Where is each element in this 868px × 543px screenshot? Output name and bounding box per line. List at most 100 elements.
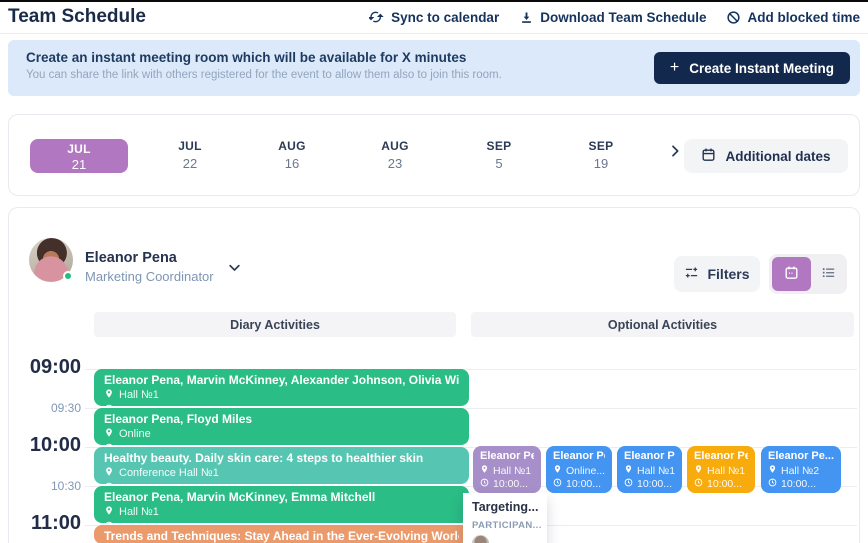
dates-next-button[interactable] (667, 143, 683, 164)
event-title: Eleanor Pe... (694, 450, 748, 463)
plus-icon: + (670, 59, 679, 77)
time-label-1000: 10:00 (11, 434, 81, 457)
event-location: Hall №1 (624, 464, 675, 477)
view-toggle (769, 254, 847, 294)
create-instant-meeting-label: Create Instant Meeting (689, 61, 834, 76)
diary-event-4[interactable]: Eleanor Pena, Marvin McKinney, Emma Mitc… (94, 486, 469, 523)
event-title: Eleanor Pe... (553, 450, 605, 463)
chevron-right-icon (667, 146, 683, 163)
calendar-view-icon (784, 265, 799, 283)
clock-icon (553, 478, 562, 490)
instant-meeting-banner: Create an instant meeting room which wil… (8, 40, 860, 96)
date-item-aug-23[interactable]: AUG 23 (360, 139, 430, 171)
add-blocked-time-button[interactable]: Add blocked time (726, 10, 860, 25)
optional-event-4[interactable]: Eleanor Pe... Hall №1 10:00... (687, 446, 755, 493)
date-day: 5 (464, 156, 534, 171)
event-title: Eleanor Pena, Marvin McKinney, Alexander… (104, 373, 459, 387)
add-blocked-time-label: Add blocked time (747, 10, 860, 25)
diary-event-5[interactable]: Trends and Techniques: Stay Ahead in the… (94, 525, 469, 543)
header-actions: Sync to calendar Download Team Schedule … (369, 9, 860, 25)
date-month: SEP (566, 139, 636, 153)
calendar-view-button[interactable] (772, 257, 811, 291)
person-role: Marketing Coordinator (85, 269, 214, 284)
banner-subtitle: You can share the link with others regis… (26, 69, 502, 81)
optional-event-1[interactable]: Eleanor Pe... Hall №1 10:00... (473, 446, 541, 493)
date-item-sep-5[interactable]: SEP 5 (464, 139, 534, 171)
date-picker-panel: JUL 21 JUL 22 AUG 16 AUG 23 SEP 5 SEP 19… (8, 114, 860, 196)
optional-event-2[interactable]: Eleanor Pe... Online... 10:00... (546, 446, 612, 493)
download-team-schedule-button[interactable]: Download Team Schedule (519, 10, 706, 25)
additional-dates-button[interactable]: Additional dates (684, 139, 848, 173)
event-title: Eleanor Pe... (624, 450, 675, 463)
sync-icon (369, 9, 385, 25)
location-pin-icon (104, 388, 114, 403)
clock-icon (104, 521, 114, 523)
team-schedule-page: Team Schedule Sync to calendar Download … (0, 0, 868, 543)
event-title: Eleanor Pena, Floyd Miles (104, 412, 459, 426)
date-day: 21 (30, 157, 128, 172)
event-title: Eleanor Pe... (768, 450, 834, 463)
sync-to-calendar-button[interactable]: Sync to calendar (369, 9, 499, 25)
event-time: 10:00... (694, 478, 748, 490)
event-time: 10:00... (480, 478, 534, 490)
person-name: Eleanor Pena (85, 250, 177, 266)
event-time: 1:00 PM - 2:00 PM (104, 482, 459, 484)
time-label-0930: 09:30 (11, 401, 81, 415)
chevron-down-icon (227, 262, 242, 279)
filters-button[interactable]: Filters (674, 256, 760, 292)
participants-label: PARTICIPAN... (472, 520, 538, 531)
filters-label: Filters (707, 266, 749, 282)
date-day: 16 (257, 156, 327, 171)
diary-event-2[interactable]: Eleanor Pena, Floyd Miles Online 9:30 AM… (94, 408, 469, 445)
event-location: Conference Hall №1 (104, 466, 459, 481)
list-view-button[interactable] (813, 257, 844, 291)
list-view-icon (820, 264, 837, 284)
location-pin-icon (104, 427, 114, 442)
date-item-jul-21-selected[interactable]: JUL 21 (30, 139, 128, 173)
location-pin-icon (624, 464, 633, 477)
date-month: AUG (360, 139, 430, 153)
time-label-1030: 10:30 (11, 479, 81, 493)
event-time: 10:30 AM - 11:00 AM (104, 521, 459, 523)
clock-icon (694, 478, 703, 490)
download-team-schedule-label: Download Team Schedule (540, 10, 706, 25)
sync-to-calendar-label: Sync to calendar (391, 10, 499, 25)
event-location: Online... (553, 464, 605, 477)
clock-icon (768, 478, 777, 490)
event-time: 10:00... (553, 478, 605, 490)
avatar[interactable] (29, 238, 73, 282)
clock-icon (104, 482, 114, 484)
time-label-1100: 11:00 (11, 512, 81, 535)
event-title: Healthy beauty. Daily skin care: 4 steps… (104, 451, 459, 465)
popover-title: Targeting... (472, 500, 538, 514)
event-location: Hall №1 (104, 505, 459, 520)
event-title: Trends and Techniques: Stay Ahead in the… (104, 529, 459, 543)
event-time: 10:00... (624, 478, 675, 490)
event-location: Hall №1 (480, 464, 534, 477)
banner-title: Create an instant meeting room which wil… (26, 50, 502, 65)
date-item-sep-19[interactable]: SEP 19 (566, 139, 636, 171)
download-icon (519, 10, 534, 25)
event-time: 10:00... (768, 478, 834, 490)
diary-event-1[interactable]: Eleanor Pena, Marvin McKinney, Alexander… (94, 369, 469, 406)
event-popover[interactable]: Targeting... PARTICIPAN... (463, 493, 547, 543)
date-item-jul-22[interactable]: JUL 22 (155, 139, 225, 171)
optional-event-3[interactable]: Eleanor Pe... Hall №1 10:00... (617, 446, 682, 493)
location-pin-icon (694, 464, 703, 477)
banner-text: Create an instant meeting room which wil… (26, 50, 502, 81)
date-day: 23 (360, 156, 430, 171)
event-location: Online (104, 427, 459, 442)
date-item-aug-16[interactable]: AUG 16 (257, 139, 327, 171)
page-title: Team Schedule (8, 6, 146, 28)
diary-event-3[interactable]: Healthy beauty. Daily skin care: 4 steps… (94, 447, 469, 484)
clock-icon (104, 443, 114, 445)
person-expand-button[interactable] (227, 260, 242, 280)
create-instant-meeting-button[interactable]: + Create Instant Meeting (654, 52, 850, 84)
event-time: 09:00 AM - 09:30 AM (104, 404, 459, 406)
schedule-panel: Eleanor Pena Marketing Coordinator Filte… (8, 207, 860, 543)
diary-activities-header: Diary Activities (94, 312, 456, 337)
event-location: Hall №1 (104, 388, 459, 403)
optional-event-5[interactable]: Eleanor Pe... Hall №2 10:00... (761, 446, 841, 493)
date-day: 22 (155, 156, 225, 171)
participant-avatar (472, 535, 489, 543)
